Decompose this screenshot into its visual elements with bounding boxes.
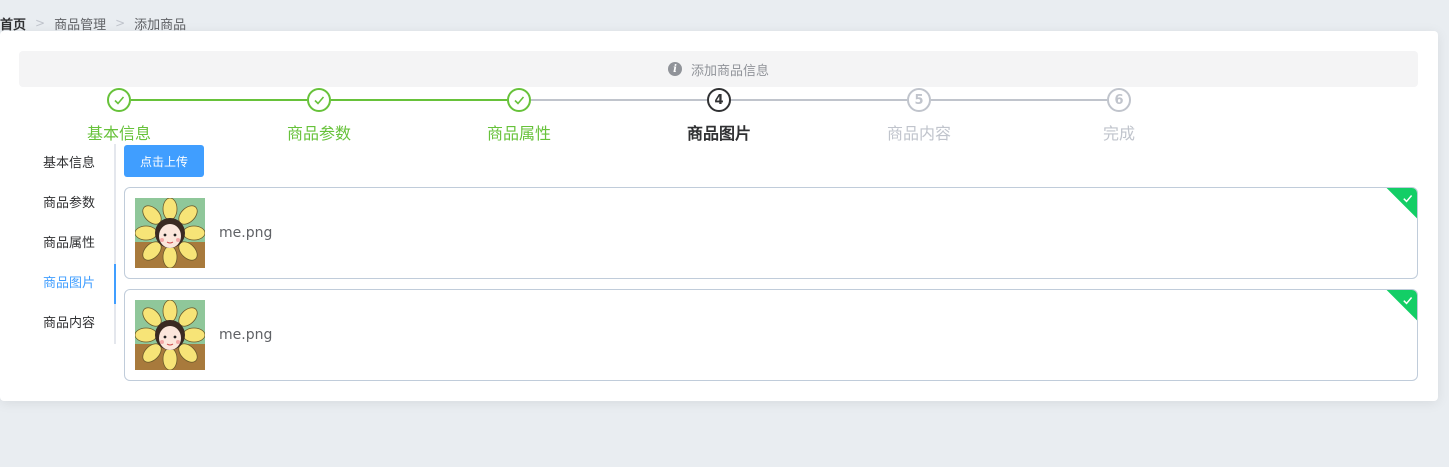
- step-number: 6: [1107, 88, 1131, 112]
- upload-success-badge: [1385, 290, 1417, 322]
- tab-goods-params[interactable]: 商品参数: [19, 184, 114, 224]
- info-icon: i: [667, 62, 682, 76]
- tab-basic-info[interactable]: 基本信息: [19, 144, 114, 184]
- steps-bar: 基本信息 商品参数 商品属性 4 商品图片 5 商品内容 6 完成: [0, 88, 1438, 148]
- file-name[interactable]: me.png: [219, 327, 272, 343]
- breadcrumb-separator-icon: >: [115, 16, 126, 30]
- check-icon: [1402, 194, 1412, 203]
- breadcrumb-item-add-goods: 添加商品: [134, 17, 187, 33]
- step-number: 5: [907, 88, 931, 112]
- step-goods-params: 商品参数: [219, 88, 419, 144]
- file-name[interactable]: me.png: [219, 225, 272, 241]
- breadcrumb-item-goods-management: 商品管理: [54, 17, 107, 33]
- check-icon: [307, 88, 331, 112]
- vertical-tabs: 基本信息 商品参数 商品属性 商品图片 商品内容: [19, 144, 116, 344]
- breadcrumb-separator-icon: >: [35, 16, 46, 30]
- upload-button[interactable]: 点击上传: [124, 145, 204, 177]
- image-thumbnail[interactable]: [135, 300, 205, 370]
- main-card: i 添加商品信息 基本信息 商品参数 商品属性 4 商品图片 5 商品内容 6 …: [0, 31, 1438, 401]
- step-finish: 6 完成: [1019, 88, 1219, 144]
- step-title: 商品属性: [486, 124, 551, 143]
- tab-goods-images[interactable]: 商品图片: [19, 264, 116, 304]
- check-icon: [507, 88, 531, 112]
- list-item[interactable]: me.png: [124, 289, 1418, 381]
- upload-file-list: me.png me.png: [124, 187, 1418, 391]
- list-item[interactable]: me.png: [124, 187, 1418, 279]
- step-goods-attrs: 商品属性: [419, 88, 619, 144]
- step-goods-content: 5 商品内容: [819, 88, 1019, 144]
- step-basic-info: 基本信息: [19, 88, 219, 144]
- step-title: 商品参数: [286, 124, 351, 143]
- check-icon: [1402, 296, 1412, 305]
- tab-goods-attrs[interactable]: 商品属性: [19, 224, 114, 264]
- breadcrumb-home[interactable]: 首页: [0, 14, 26, 33]
- info-alert: i 添加商品信息: [19, 51, 1418, 87]
- check-icon: [107, 88, 131, 112]
- image-thumbnail[interactable]: [135, 198, 205, 268]
- upload-success-badge: [1385, 188, 1417, 220]
- tab-goods-content[interactable]: 商品内容: [19, 304, 114, 344]
- step-number: 4: [707, 88, 731, 112]
- step-title: 商品图片: [686, 124, 751, 143]
- step-title: 商品内容: [886, 124, 951, 143]
- step-goods-images: 4 商品图片: [619, 88, 819, 144]
- breadcrumb: 首页 > 商品管理 > 添加商品: [0, 14, 187, 33]
- step-title: 基本信息: [86, 124, 151, 143]
- step-title: 完成: [1102, 124, 1135, 143]
- alert-text: 添加商品信息: [690, 63, 769, 79]
